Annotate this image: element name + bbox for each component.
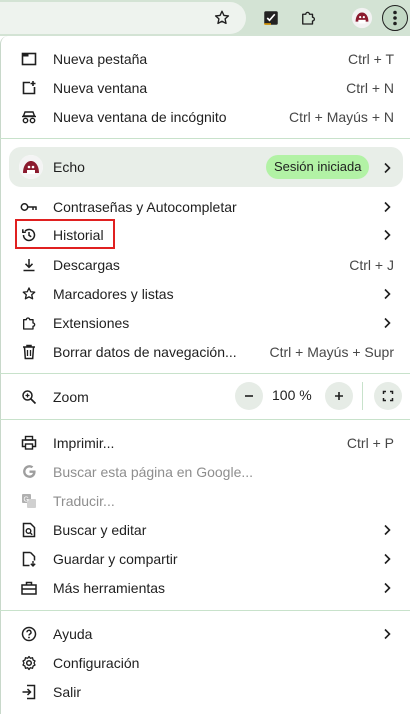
- chevron-right-icon: [382, 229, 392, 240]
- extension-checkbox-icon[interactable]: [259, 6, 283, 30]
- shortcut-text: Ctrl + Mayús + Supr: [269, 343, 395, 360]
- menu-item-new-tab[interactable]: Nueva pestaña Ctrl + T: [0, 44, 410, 73]
- menu-item-passwords[interactable]: Contraseñas y Autocompletar: [0, 192, 410, 221]
- avatar: [19, 155, 43, 179]
- chevron-right-icon: [383, 161, 391, 179]
- shortcut-text: Ctrl + J: [349, 256, 394, 273]
- toolbox-icon: [20, 579, 38, 597]
- save-page-icon: [20, 550, 38, 568]
- menu-item-label: Salir: [53, 683, 82, 700]
- chevron-right-icon: [382, 317, 392, 328]
- zoom-divider: [362, 382, 363, 410]
- gear-icon: [20, 654, 38, 672]
- menu-item-label: Configuración: [53, 654, 140, 671]
- shortcut-text: Ctrl + N: [346, 79, 394, 96]
- fullscreen-icon: [382, 390, 394, 402]
- translate-icon: G: [20, 492, 38, 510]
- menu-item-label: Nueva ventana de incógnito: [53, 108, 227, 125]
- browser-toolbar: [0, 0, 410, 36]
- menu-divider: [0, 610, 410, 611]
- trash-icon: [20, 343, 38, 361]
- zoom-icon: [20, 388, 38, 406]
- chevron-right-icon: [382, 553, 392, 564]
- profile-avatar-icon[interactable]: [350, 6, 374, 30]
- star-icon: [20, 285, 38, 303]
- menu-item-label: Guardar y compartir: [53, 550, 178, 567]
- fullscreen-button[interactable]: [374, 382, 402, 410]
- menu-item-label: Borrar datos de navegación...: [53, 343, 237, 360]
- extensions-puzzle-icon[interactable]: [296, 6, 320, 30]
- new-window-icon: [20, 79, 38, 97]
- menu-divider: [0, 138, 410, 139]
- chevron-right-icon: [382, 628, 392, 639]
- download-icon: [20, 256, 38, 274]
- plus-icon: [335, 392, 343, 400]
- signed-in-badge: Sesión iniciada: [266, 155, 370, 179]
- bookmark-star-icon[interactable]: [210, 6, 234, 30]
- menu-item-label: Marcadores y listas: [53, 285, 174, 302]
- more-vert-icon: [393, 10, 397, 26]
- zoom-label: Zoom: [53, 388, 89, 405]
- zoom-out-button[interactable]: [235, 382, 263, 410]
- chevron-right-icon: [382, 288, 392, 299]
- google-g-icon: [20, 463, 38, 481]
- menu-item-settings[interactable]: Configuración: [0, 648, 410, 677]
- incognito-icon: [20, 108, 38, 126]
- exit-icon: [20, 683, 38, 701]
- menu-item-extensions[interactable]: Extensiones: [0, 308, 410, 337]
- menu-item-label: Descargas: [53, 256, 120, 273]
- menu-item-label: Buscar y editar: [53, 521, 147, 538]
- menu-item-translate[interactable]: G Traducir...: [0, 486, 410, 515]
- chevron-right-icon: [382, 582, 392, 593]
- menu-item-label: Ayuda: [53, 625, 93, 642]
- menu-item-label: Contraseñas y Autocompletar: [53, 198, 237, 215]
- zoom-in-button[interactable]: [325, 382, 353, 410]
- chrome-menu-button[interactable]: [382, 5, 408, 31]
- new-tab-icon: [20, 50, 38, 68]
- svg-text:G: G: [24, 496, 29, 503]
- menu-item-label: Extensiones: [53, 314, 130, 331]
- menu-item-label: Imprimir...: [53, 434, 115, 451]
- menu-item-label: Buscar esta página en Google...: [53, 463, 254, 480]
- chevron-right-icon: [382, 524, 392, 535]
- menu-item-new-window[interactable]: Nueva ventana Ctrl + N: [0, 73, 410, 102]
- menu-item-save-share[interactable]: Guardar y compartir: [0, 544, 410, 573]
- menu-divider: [0, 373, 410, 374]
- history-highlight-box: [15, 219, 115, 249]
- menu-item-find-edit[interactable]: Buscar y editar: [0, 515, 410, 544]
- menu-item-exit[interactable]: Salir: [0, 677, 410, 706]
- menu-item-label: Nueva ventana: [53, 79, 148, 96]
- puzzle-icon: [20, 314, 38, 332]
- menu-item-help[interactable]: Ayuda: [0, 619, 410, 648]
- menu-item-incognito[interactable]: Nueva ventana de incógnito Ctrl + Mayús …: [0, 102, 410, 131]
- menu-item-label: Nueva pestaña: [53, 50, 148, 67]
- menu-item-print[interactable]: Imprimir... Ctrl + P: [0, 428, 410, 457]
- profile-row[interactable]: Echo Sesión iniciada: [9, 147, 403, 187]
- zoom-value: 100 %: [272, 387, 312, 403]
- profile-name: Echo: [53, 159, 85, 175]
- shortcut-text: Ctrl + T: [347, 50, 394, 67]
- menu-item-more-tools[interactable]: Más herramientas: [0, 573, 410, 602]
- help-icon: [20, 625, 38, 643]
- find-page-icon: [20, 521, 38, 539]
- menu-divider: [0, 419, 410, 420]
- menu-item-downloads[interactable]: Descargas Ctrl + J: [0, 250, 410, 279]
- shortcut-text: Ctrl + P: [346, 434, 394, 451]
- menu-item-label: Traducir...: [53, 492, 115, 509]
- menu-item-label: Más herramientas: [53, 579, 166, 596]
- menu-item-search-google[interactable]: Buscar esta página en Google...: [0, 457, 410, 486]
- minus-icon: [245, 395, 253, 397]
- printer-icon: [20, 434, 38, 452]
- shortcut-text: Ctrl + Mayús + N: [288, 108, 394, 125]
- menu-item-bookmarks[interactable]: Marcadores y listas: [0, 279, 410, 308]
- key-icon: [20, 198, 38, 216]
- menu-item-clear-data[interactable]: Borrar datos de navegación... Ctrl + May…: [0, 337, 410, 366]
- chevron-right-icon: [382, 201, 392, 212]
